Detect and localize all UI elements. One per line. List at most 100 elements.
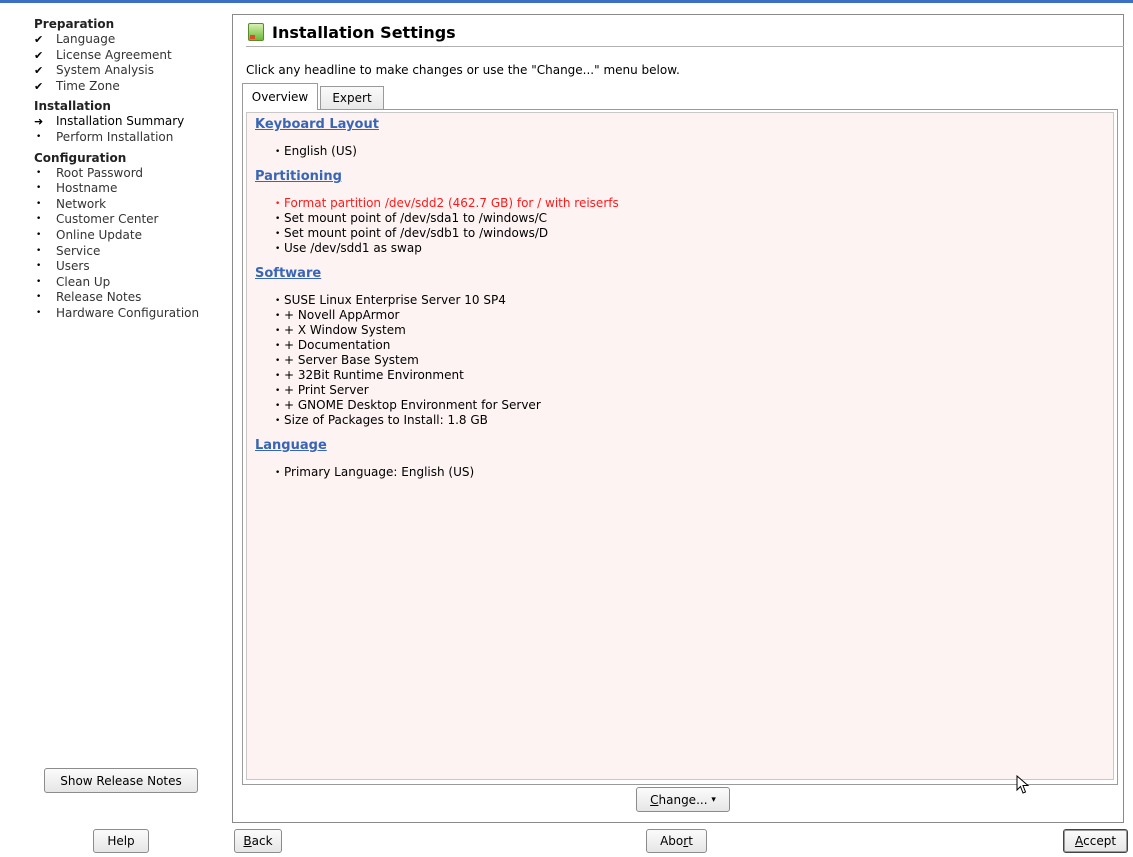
top-accent-bar <box>0 0 1133 3</box>
bullet-icon: • <box>36 261 42 272</box>
summary-entry-text: + Documentation <box>284 338 391 352</box>
sidebar-item-users: • Users <box>34 259 224 275</box>
sidebar-item-perform-installation: • Perform Installation <box>34 130 224 146</box>
sidebar-item-label: Time Zone <box>56 78 120 93</box>
section-link-partitioning[interactable]: Partitioning <box>255 169 342 184</box>
tab-expert[interactable]: Expert <box>320 86 384 109</box>
arrow-right-icon: ➜ <box>34 115 44 129</box>
sidebar-item-service: • Service <box>34 244 224 260</box>
installation-summary-view[interactable]: Keyboard Layout • English (US) Partitioning… <box>246 112 1114 780</box>
summary-entry: • + Novell AppArmor <box>275 308 400 323</box>
sidebar-item-label: Hardware Configuration <box>56 305 200 320</box>
checkmark-icon: ✔ <box>34 48 44 62</box>
sidebar-item-license-agreement: ✔ License Agreement <box>34 48 224 64</box>
summary-entry-text: + 32Bit Runtime Environment <box>284 368 464 382</box>
summary-entry-text: SUSE Linux Enterprise Server 10 SP4 <box>284 293 506 307</box>
sidebar-item-installation-summary: ➜ Installation Summary <box>34 114 224 130</box>
summary-entry: • Set mount point of /dev/sdb1 to /window… <box>275 226 548 241</box>
bullet-icon: • <box>275 326 281 336</box>
abort-button[interactable]: Abo r t <box>646 829 707 853</box>
summary-entry-text: Use /dev/sdd1 as swap <box>284 241 422 255</box>
bullet-icon: • <box>275 386 281 396</box>
sidebar-item-system-analysis: ✔ System Analysis <box>34 63 224 79</box>
sidebar-section-heading: Installation <box>34 99 111 114</box>
checkmark-icon: ✔ <box>34 64 44 78</box>
summary-entry: • Format partition /dev/sdd2 (462.7 GB) f… <box>275 196 619 211</box>
installation-steps-sidebar: Preparation ✔ Language ✔ License Agreement ✔ S… <box>34 16 224 322</box>
bullet-icon: • <box>275 214 281 224</box>
accept-button[interactable]: Accept <box>1063 829 1128 853</box>
section-link-software[interactable]: Software <box>255 266 321 281</box>
summary-entry-text: Size of Packages to Install: 1.8 GB <box>284 413 488 427</box>
bullet-icon: • <box>36 292 42 303</box>
bullet-icon: • <box>275 147 281 157</box>
abort-label-start: Abo <box>660 834 684 848</box>
summary-entry-text: Format partition /dev/sdd2 (462.7 GB) fo… <box>284 196 619 210</box>
sidebar-item-label: Customer Center <box>56 212 159 227</box>
show-release-notes-button[interactable]: Show Release Notes <box>44 768 198 793</box>
bullet-icon: • <box>275 341 281 351</box>
abort-label-end: t <box>688 834 693 848</box>
sidebar-item-label: Network <box>56 196 107 211</box>
back-mnemonic: B <box>243 834 252 848</box>
section-link-language[interactable]: Language <box>255 438 327 453</box>
change-mnemonic: C <box>650 792 659 807</box>
sidebar-item-online-update: • Online Update <box>34 228 224 244</box>
page-title: Installation Settings <box>272 22 456 42</box>
summary-entry-text: Primary Language: English (US) <box>284 465 475 479</box>
bullet-icon: • <box>275 371 281 381</box>
summary-entry: • + GNOME Desktop Environment for Server <box>275 398 541 413</box>
bullet-icon: • <box>275 311 281 321</box>
change-menu-button[interactable]: Change... ▾ <box>636 787 730 812</box>
sidebar-item-customer-center: • Customer Center <box>34 212 224 228</box>
sidebar-item-label: License Agreement <box>56 47 172 62</box>
sidebar-item-label: Perform Installation <box>56 129 174 144</box>
back-button[interactable]: Back <box>234 829 282 853</box>
summary-entry: • + X Window System <box>275 323 406 338</box>
bullet-icon: • <box>275 244 281 254</box>
summary-entry: • Set mount point of /dev/sda1 to /window… <box>275 211 547 226</box>
installation-settings-icon <box>248 23 264 41</box>
sidebar-item-hardware-configuration: • Hardware Configuration <box>34 306 224 322</box>
summary-entry-text: + GNOME Desktop Environment for Server <box>284 398 541 412</box>
instructions-text: Click any headline to make changes or us… <box>246 63 680 77</box>
tab-overview[interactable]: Overview <box>242 83 318 110</box>
summary-entry-text: + Server Base System <box>284 353 419 367</box>
sidebar-item-label: Root Password <box>56 165 144 180</box>
accept-mnemonic: A <box>1074 834 1084 848</box>
summary-entry-text: + X Window System <box>284 323 406 337</box>
sidebar-item-hostname: • Hostname <box>34 181 224 197</box>
summary-entry: • + Documentation <box>275 338 390 353</box>
summary-entry: • English (US) <box>275 144 357 159</box>
help-button[interactable]: Help <box>93 829 149 853</box>
summary-entry: • + Print Server <box>275 383 369 398</box>
summary-entry: • + 32Bit Runtime Environment <box>275 368 464 383</box>
title-divider <box>246 46 1124 47</box>
sidebar-item-clean-up: • Clean Up <box>34 275 224 291</box>
bullet-icon: • <box>275 401 281 411</box>
bullet-icon: • <box>36 183 42 194</box>
bullet-icon: • <box>36 276 42 287</box>
sidebar-item-label: Users <box>56 259 90 274</box>
change-label: hange... <box>658 792 708 807</box>
summary-entry: • + Server Base System <box>275 353 419 368</box>
bullet-icon: • <box>36 307 42 318</box>
page-header: Installation Settings <box>248 21 456 43</box>
back-label: ack <box>251 834 273 848</box>
mouse-pointer-icon <box>1016 775 1030 794</box>
bullet-icon: • <box>275 199 281 209</box>
bullet-icon: • <box>36 229 42 240</box>
sidebar-item-release-notes: • Release Notes <box>34 290 224 306</box>
sidebar-section-heading: Preparation <box>34 17 115 31</box>
summary-entry: • Use /dev/sdd1 as swap <box>275 241 422 256</box>
bullet-icon: • <box>36 131 42 142</box>
section-link-keyboard-layout[interactable]: Keyboard Layout <box>255 117 379 132</box>
sidebar-section-heading: Configuration <box>34 150 127 165</box>
bullet-icon: • <box>275 229 281 239</box>
sidebar-item-label: Hostname <box>56 181 118 196</box>
summary-entry-text: Set mount point of /dev/sdb1 to /windows… <box>284 226 549 240</box>
bullet-icon: • <box>275 356 281 366</box>
sidebar-item-root-password: • Root Password <box>34 166 224 182</box>
bullet-icon: • <box>275 416 281 426</box>
sidebar-item-label: System Analysis <box>56 63 155 78</box>
